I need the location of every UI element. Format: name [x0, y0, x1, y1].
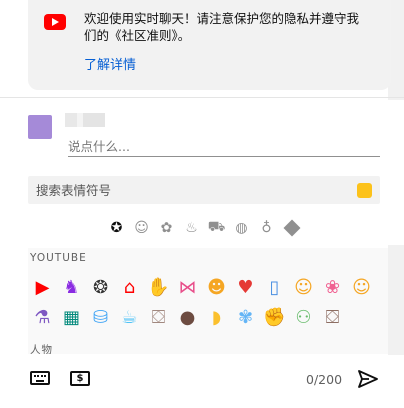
- section-label-people: 人物: [30, 344, 53, 354]
- emoji-heart-plus[interactable]: ♥: [231, 272, 260, 302]
- emoji-loading-circle[interactable]: ❂: [86, 272, 115, 302]
- char-count: 0/200: [306, 372, 343, 387]
- emoji-panel: YOUTUBE ▶ ♞ ❂ ⌂ ✋ ⋈ ☻ ♥ ▯ ☺ ❀ ☺ ⚗ ▦ ⛁ ☕ ⛋ ● ◗ ✾ ✊ ⚇ ⛋ 人物: [28, 248, 388, 354]
- emoji-pill-bottle[interactable]: ⚗: [28, 302, 57, 332]
- lightbulb-icon[interactable]: ♁: [254, 217, 279, 239]
- emoji-bow-tie[interactable]: ⋈: [173, 272, 202, 302]
- animal-icon[interactable]: ✿: [154, 217, 179, 239]
- emoji-scrollbar[interactable]: [388, 245, 404, 355]
- emoji-milk-carton[interactable]: ⛁: [86, 302, 115, 332]
- welcome-banner: 欢迎使用实时聊天！请注意保护您的隐私并遵守我们的《社区准则》。 了解详情: [28, 0, 391, 90]
- emoji-yt-home[interactable]: ⌂: [115, 272, 144, 302]
- smiley-icon[interactable]: ☺: [129, 217, 154, 239]
- emoji-hand-wave-face[interactable]: ☺: [347, 272, 376, 302]
- diamond-icon[interactable]: [279, 217, 304, 239]
- car-icon[interactable]: ⛟: [204, 217, 229, 239]
- emoji-search-input[interactable]: [36, 180, 336, 200]
- section-label-youtube: YOUTUBE: [30, 252, 87, 264]
- divider: [0, 97, 404, 98]
- composer-toolbar: $ 0/200: [0, 360, 404, 400]
- emoji-friends[interactable]: ⚇: [289, 302, 318, 332]
- learn-more-link[interactable]: 了解详情: [84, 54, 136, 73]
- emoji-phone-hand[interactable]: ▯: [260, 272, 289, 302]
- keyboard-icon[interactable]: [30, 371, 50, 385]
- emoji-yt-logo[interactable]: ▶: [28, 272, 57, 302]
- emoji-clap-hand[interactable]: ✊: [260, 302, 289, 332]
- username-redacted: [65, 113, 105, 127]
- send-icon[interactable]: [358, 370, 378, 388]
- emoji-box-couple[interactable]: ⛋: [318, 302, 347, 332]
- basketball-icon[interactable]: ◍: [229, 217, 254, 239]
- welcome-message: 欢迎使用实时聊天！请注意保护您的隐私并遵守我们的《社区准则》。: [84, 11, 360, 43]
- emoji-category-tabs: ✪ ☺ ✿ ♨ ⛟ ◍ ♁: [104, 217, 304, 239]
- avatar: [28, 115, 52, 139]
- emoji-happy-face[interactable]: ☻: [202, 272, 231, 302]
- emoji-search-bar: [28, 176, 380, 204]
- cake-icon[interactable]: ♨: [179, 217, 204, 239]
- emoji-takeout-box[interactable]: ▦: [57, 302, 86, 332]
- skin-tone-selector[interactable]: [357, 183, 372, 198]
- emoji-stop-hand[interactable]: ✋: [144, 272, 173, 302]
- emoji-cat-box[interactable]: ⛋: [144, 302, 173, 332]
- emoji-lotus-face[interactable]: ✾: [231, 302, 260, 332]
- emoji-grid: ▶ ♞ ❂ ⌂ ✋ ⋈ ☻ ♥ ▯ ☺ ❀ ☺ ⚗ ▦ ⛁ ☕ ⛋ ● ◗ ✾ ✊ ⚇ ⛋: [28, 272, 388, 332]
- emoji-hug-face[interactable]: ☺: [289, 272, 318, 302]
- super-chat-button[interactable]: $: [70, 371, 90, 386]
- emoji-drink-cup[interactable]: ☕: [115, 302, 144, 332]
- emoji-sparkle-face[interactable]: ❀: [318, 272, 347, 302]
- youtube-star-icon[interactable]: ✪: [104, 217, 129, 239]
- emoji-yellow-blob[interactable]: ◗: [202, 302, 231, 332]
- emoji-dancing-monkey[interactable]: ♞: [57, 272, 86, 302]
- youtube-logo-icon: [44, 14, 66, 30]
- emoji-cat-loaf[interactable]: ●: [173, 302, 202, 332]
- chat-message-input[interactable]: [68, 137, 380, 157]
